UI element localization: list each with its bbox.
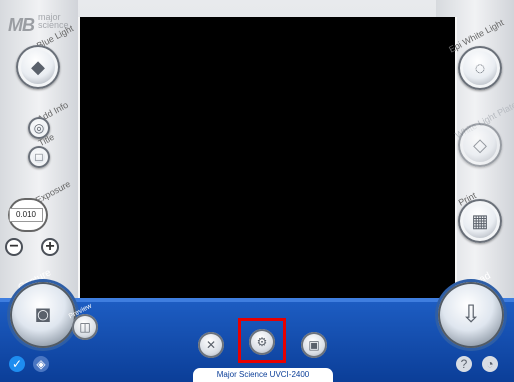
chat-icon[interactable]: ◔ — [482, 356, 498, 372]
capture-button[interactable]: ◙ — [10, 282, 76, 348]
load-button[interactable]: ⇩ — [438, 282, 504, 348]
light-plate-icon: ◇ — [473, 135, 487, 155]
app-window: MB major science Blue Light ◆ Add Info ◎… — [0, 0, 514, 382]
device-name-label: Major Science UVCI-2400 — [193, 368, 333, 382]
printer-icon: ▦ — [471, 211, 489, 231]
decrease-exposure-button[interactable]: − — [5, 238, 23, 256]
increase-exposure-button[interactable]: + — [41, 238, 59, 256]
settings-highlight — [238, 318, 286, 363]
image-preview-area — [78, 17, 457, 300]
layers-icon: ◆ — [31, 57, 45, 77]
preview-button[interactable]: ◫ — [72, 314, 98, 340]
epi-white-light-button[interactable]: ◌ — [458, 46, 502, 90]
white-light-plate-button[interactable]: ◇ — [458, 123, 502, 167]
network-status-icon[interactable]: ◈ — [33, 356, 49, 372]
checkmark-icon: ✓ — [11, 357, 23, 371]
exposure-input[interactable] — [9, 208, 43, 222]
image-button[interactable]: ▣ — [301, 332, 327, 358]
network-icon: ◈ — [36, 357, 46, 371]
download-arrow-icon: ⇩ — [460, 301, 482, 328]
lightbulb-icon: ◌ — [474, 58, 486, 78]
title-button[interactable]: □ — [28, 146, 50, 168]
title-icon: □ — [35, 150, 43, 164]
preview-icon: ◫ — [79, 320, 91, 334]
help-icon[interactable]: ? — [456, 356, 472, 372]
print-button[interactable]: ▦ — [458, 199, 502, 243]
logo-mark: MB — [8, 15, 35, 35]
camera-icon: ◙ — [35, 301, 51, 328]
tools-icon: ✕ — [205, 338, 217, 352]
check-status-icon[interactable]: ✓ — [9, 356, 25, 372]
message-icon: ◔ — [486, 357, 494, 371]
blue-light-button[interactable]: ◆ — [16, 45, 60, 89]
question-icon: ? — [460, 357, 468, 371]
tools-button[interactable]: ✕ — [198, 332, 224, 358]
info-icon: ◎ — [33, 121, 45, 135]
image-icon: ▣ — [308, 338, 320, 352]
